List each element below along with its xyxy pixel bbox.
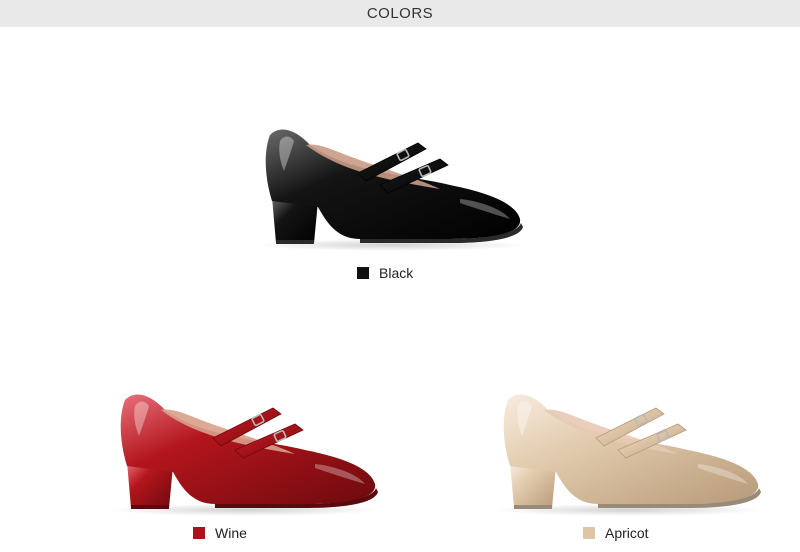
heel-cap: [131, 505, 169, 509]
header-bar: COLORS: [0, 0, 800, 27]
color-swatch: [193, 527, 205, 539]
color-option-black[interactable]: Black: [357, 265, 413, 281]
color-swatch: [357, 267, 369, 279]
color-option-apricot[interactable]: Apricot: [583, 525, 649, 541]
product-image-black[interactable]: [240, 115, 530, 255]
product-image-apricot[interactable]: [478, 380, 768, 520]
shoe-illustration: [493, 394, 763, 516]
color-label: Wine: [215, 525, 247, 541]
heel-cap: [514, 505, 552, 509]
color-swatch: [583, 527, 595, 539]
shoe-illustration: [110, 394, 380, 516]
color-option-wine[interactable]: Wine: [193, 525, 247, 541]
color-label: Black: [379, 265, 414, 281]
shoe-illustration: [255, 129, 525, 251]
color-label: Apricot: [605, 525, 649, 541]
product-image-wine[interactable]: [95, 380, 385, 520]
section-title: COLORS: [366, 5, 434, 22]
heel-cap: [276, 240, 314, 244]
